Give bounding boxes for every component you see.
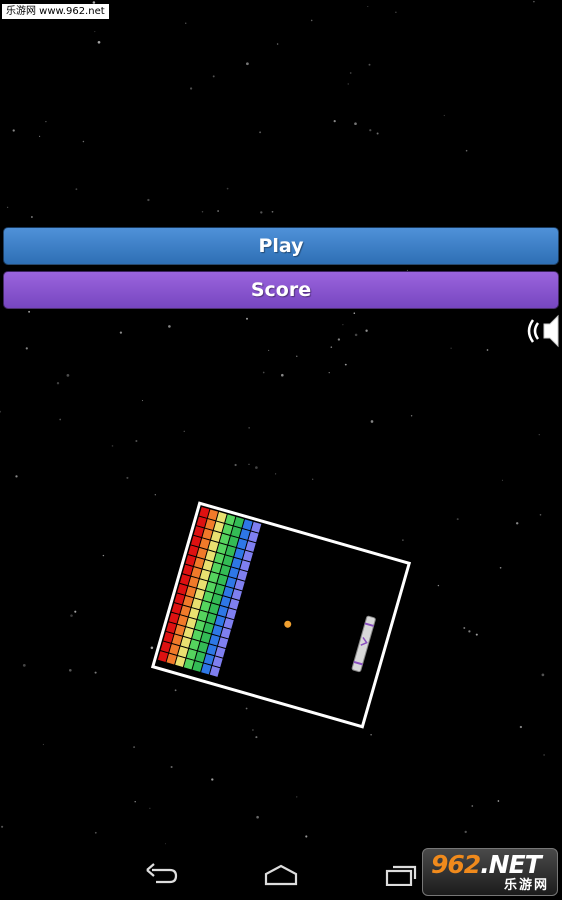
back-icon (146, 863, 178, 884)
watermark-text: 乐游网 www.962.net (2, 4, 109, 19)
recent-apps-button[interactable] (384, 862, 420, 890)
home-button[interactable] (263, 862, 299, 890)
badge-subtitle: 乐游网 (503, 878, 549, 893)
back-button[interactable] (144, 862, 180, 890)
score-button[interactable]: Score (3, 271, 559, 309)
game-preview (150, 501, 412, 729)
recent-apps-icon (385, 865, 417, 887)
speaker-on-icon (527, 314, 559, 348)
starfield-background (0, 0, 545, 845)
play-button[interactable]: Play (3, 227, 559, 265)
badge-number: 962 (431, 850, 481, 879)
watermark-badge: 962.NET 乐游网 (422, 848, 558, 896)
home-icon (264, 864, 298, 886)
sound-toggle-button[interactable] (524, 312, 562, 350)
